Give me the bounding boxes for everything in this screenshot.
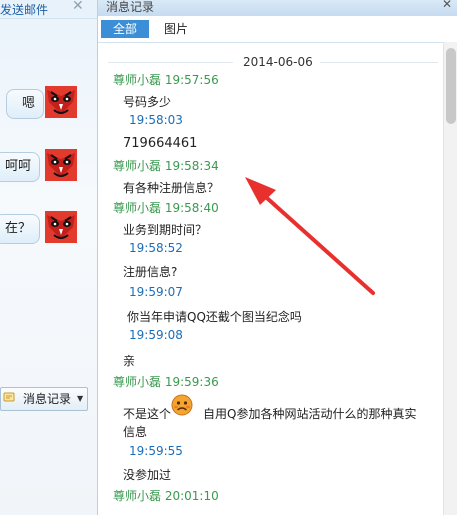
message-history-button[interactable]: 消息记录 ▼: [0, 387, 88, 411]
message-sender: 尊师小磊 19:57:56: [113, 73, 219, 87]
scrollbar-thumb[interactable]: [446, 48, 456, 124]
message-text: 业务到期时间？: [123, 223, 208, 237]
message-text: 719664461: [123, 136, 198, 151]
chat-bubble: 在？: [0, 214, 40, 244]
chat-pane: 动发送邮件 ✕ 嗯 呵呵 在？ 消息记录 ▼: [0, 0, 97, 515]
bubble-text: 嗯: [21, 96, 35, 111]
opera-mask-avatar-icon[interactable]: [45, 86, 77, 118]
message-sender: 尊师小磊 19:58:40: [113, 201, 219, 215]
chat-history-icon: [3, 392, 15, 402]
message-text: 没参加过: [123, 468, 172, 482]
message-history-label: 消息记录: [23, 392, 72, 406]
message-timestamp: 19:58:03: [129, 113, 183, 127]
message-timestamp: 19:59:08: [129, 328, 183, 342]
message-sender: 尊师小磊 19:59:36: [113, 375, 219, 389]
chevron-down-icon[interactable]: ▼: [77, 388, 83, 410]
close-icon[interactable]: ✕: [72, 0, 84, 14]
opera-mask-avatar-icon[interactable]: [45, 149, 77, 181]
message-sender: 尊师小磊 19:58:34: [113, 159, 219, 173]
message-text: 信息: [123, 425, 148, 439]
tab-all[interactable]: 全部: [101, 20, 149, 38]
message-text: 自用Q参加各种网站活动什么的那种真实: [203, 407, 417, 421]
bubble-text: 呵呵: [4, 159, 31, 174]
message-timestamp: 19:58:52: [129, 241, 183, 255]
tab-images[interactable]: 图片: [164, 20, 188, 38]
message-timestamp: 19:59:55: [129, 444, 183, 458]
message-text: 不是这个: [123, 407, 172, 421]
message-sender: 尊师小磊 20:01:10: [113, 489, 219, 503]
history-tabs: 全部 图片: [98, 16, 457, 43]
bubble-text: 在？: [4, 221, 31, 236]
send-email-link[interactable]: 动发送邮件: [0, 1, 48, 18]
panel-title: 消息记录: [106, 0, 155, 14]
message-timestamp: 19:59:07: [129, 285, 183, 299]
panel-header: 消息记录 ✕: [98, 0, 457, 16]
message-text: 亲: [123, 354, 136, 368]
sad-face-emoji-icon: [171, 394, 193, 416]
message-log: 2014-06-06 尊师小磊 19:57:56 号码多少 19:58:03 7…: [98, 42, 443, 515]
chat-bubble: 呵呵: [0, 152, 40, 182]
chat-bubble: 嗯: [6, 89, 44, 119]
close-icon[interactable]: ✕: [442, 0, 452, 11]
message-text: 注册信息?: [123, 265, 178, 279]
message-text: 你当年申请QQ还截个图当纪念吗: [127, 310, 302, 324]
date-separator: 2014-06-06: [108, 55, 438, 69]
message-text: 有各种注册信息？: [123, 181, 220, 195]
opera-mask-avatar-icon[interactable]: [45, 211, 77, 243]
message-history-panel: 消息记录 ✕ 全部 图片 2014-06-06 尊师小磊 19:57:56 号码…: [97, 0, 457, 515]
date-label: 2014-06-06: [243, 55, 313, 69]
message-text: 号码多少: [123, 95, 172, 109]
chat-topbar: 动发送邮件 ✕: [0, 0, 97, 19]
vertical-scrollbar[interactable]: [443, 42, 457, 515]
